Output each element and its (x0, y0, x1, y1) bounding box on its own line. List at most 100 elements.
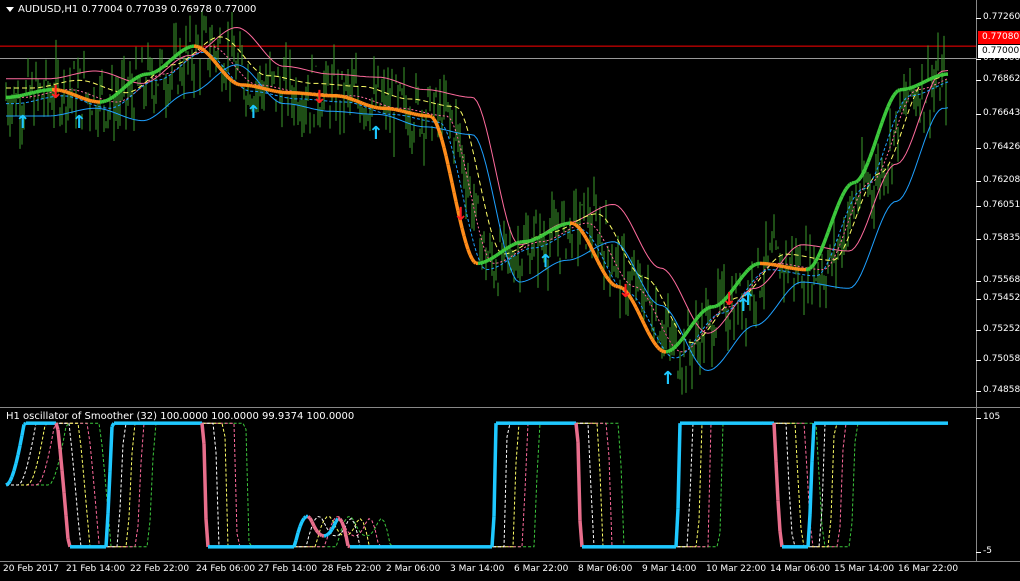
smoother-segment (81, 96, 85, 101)
smoother-segment (557, 224, 561, 229)
smoother-segment (363, 102, 367, 107)
smoother-segment (160, 64, 166, 69)
smoother-segment (116, 90, 122, 95)
smoother-segment (73, 93, 77, 98)
smoother-segment (864, 161, 870, 168)
smoother-segment (517, 240, 521, 245)
oscillator-line (574, 422, 580, 443)
smoother-segment (513, 241, 517, 246)
smoother-segment (846, 183, 852, 188)
smoother-segment (153, 69, 157, 75)
smoother-segment (110, 94, 116, 100)
time-label: 24 Feb 06:00 (196, 564, 256, 574)
smoother-segment (79, 95, 83, 100)
oscillator-line (306, 515, 312, 520)
smoother-segment (347, 96, 351, 101)
smoother-segment (876, 127, 882, 135)
osc-signal-green (6, 422, 948, 548)
smoother-segment (822, 237, 828, 244)
smoother-segment (849, 181, 853, 186)
osc-label-min: -5 (976, 546, 992, 556)
panel-separator[interactable] (0, 407, 1020, 408)
smoother-segment (870, 145, 876, 153)
smoother-segment (112, 93, 118, 98)
oscillator-line (340, 521, 346, 529)
smoother-segment (688, 324, 694, 329)
smoother-segment (588, 244, 594, 251)
smoother-segment (353, 98, 357, 103)
smoother-segment (481, 260, 485, 265)
buy-arrow-icon: ↑ (660, 367, 676, 389)
smoother-segment (882, 111, 888, 118)
smoother-segment (361, 101, 365, 106)
smoother-segment (840, 191, 846, 198)
smoother-segment (483, 259, 487, 264)
smoother-segment (128, 79, 134, 84)
smoother-segment (669, 347, 673, 353)
smoother-segment (672, 344, 678, 350)
smoother-segment (432, 118, 438, 124)
smoother-segment (736, 278, 742, 284)
smoother-segment (909, 85, 913, 90)
smoother-segment (507, 244, 511, 250)
smoother-segment (600, 268, 606, 274)
smoother-segment (563, 222, 567, 226)
smoother-segment (705, 306, 709, 311)
oscillator-line (344, 535, 350, 547)
oscillator-line (16, 445, 22, 456)
oscillator-line (294, 532, 300, 541)
smoother-segment (228, 77, 234, 83)
smoother-segment (897, 88, 901, 93)
smoother-segment (359, 100, 363, 105)
oscillator-line (104, 513, 110, 547)
smoother-segment (836, 200, 842, 207)
chart-menu-icon[interactable] (6, 6, 14, 12)
oscillator-line (302, 515, 308, 520)
smoother-segment (67, 90, 71, 95)
smoother-segment (178, 49, 184, 54)
smoother-segment (493, 254, 497, 259)
smoother-segment (592, 252, 598, 259)
smoother-segment (515, 241, 519, 246)
smoother-segment (195, 44, 199, 49)
smoother-segment (371, 104, 375, 109)
smoother-segment (537, 235, 541, 240)
price-tag-current: 0.77000 (978, 45, 1020, 58)
smoother-segment (466, 248, 472, 256)
oscillator-line (106, 471, 112, 514)
smoother-segment (744, 268, 750, 274)
smoother-segment (613, 283, 617, 288)
osc-label-max: 105 (975, 412, 1001, 422)
smoother-segment (122, 84, 128, 90)
smoother-segment (63, 89, 67, 94)
smoother-segment (574, 223, 580, 228)
buy-arrow-icon: ↑ (71, 111, 87, 133)
smoother-segment (491, 255, 495, 260)
smoother-segment (818, 247, 824, 254)
time-label: 15 Mar 14:00 (834, 564, 895, 574)
smoother-segment (632, 302, 638, 309)
oscillator-line (492, 423, 498, 517)
buy-arrow-icon: ↑ (15, 111, 31, 133)
smoother-segment (489, 256, 493, 261)
smoother-segment (158, 66, 164, 71)
smoother-segment (235, 81, 239, 86)
smoother-segment (634, 306, 640, 313)
smoother-segment (715, 303, 719, 308)
oscillator-line (325, 532, 329, 538)
time-label: 28 Feb 22:00 (322, 564, 382, 574)
smoother-segment (826, 226, 832, 233)
smoother-segment (529, 238, 533, 243)
osc-signal-pink (6, 422, 948, 548)
smoother-segment (927, 77, 931, 82)
oscillator-line (576, 442, 582, 521)
oscillator-line (676, 423, 682, 509)
smoother-segment (755, 261, 759, 266)
smoother-segment (658, 348, 664, 353)
smoother-segment (170, 56, 176, 61)
smoother-segment (676, 340, 682, 346)
smoother-segment (923, 79, 927, 84)
oscillator-line (342, 527, 348, 537)
smoother-segment (83, 96, 87, 101)
smoother-segment (684, 329, 690, 335)
